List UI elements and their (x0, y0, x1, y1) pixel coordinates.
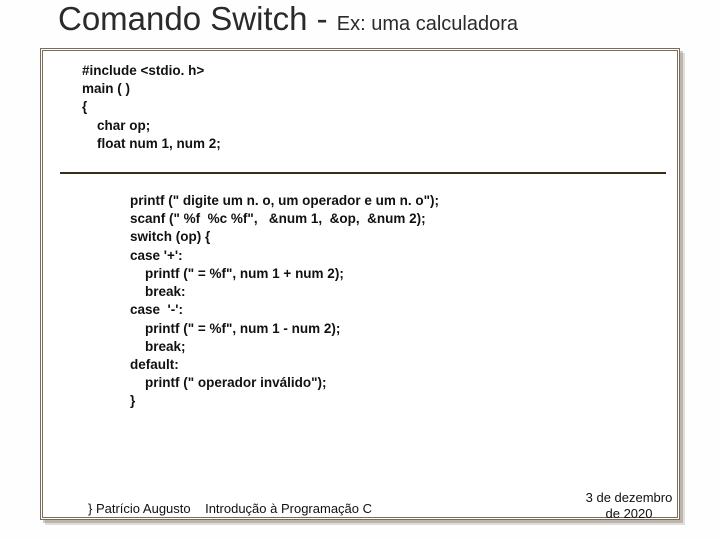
code-header-block: #include <stdio. h> main ( ) { char op; … (82, 62, 642, 153)
slide-date: 3 de dezembro de 2020 (584, 490, 674, 523)
footer-author-course: } Patrício Augusto Introdução à Programa… (88, 501, 372, 516)
divider-line (60, 172, 666, 174)
title-subtitle: Ex: uma calculadora (337, 13, 518, 35)
slide-title: Comando Switch - Ex: uma calculadora (0, 0, 720, 46)
close-brace-author: } Patrício Augusto (88, 501, 191, 516)
course-name: Introdução à Programação C (205, 501, 372, 516)
title-main: Comando Switch - (58, 0, 337, 37)
code-body-block: printf (" digite um n. o, um operador e … (130, 192, 650, 411)
